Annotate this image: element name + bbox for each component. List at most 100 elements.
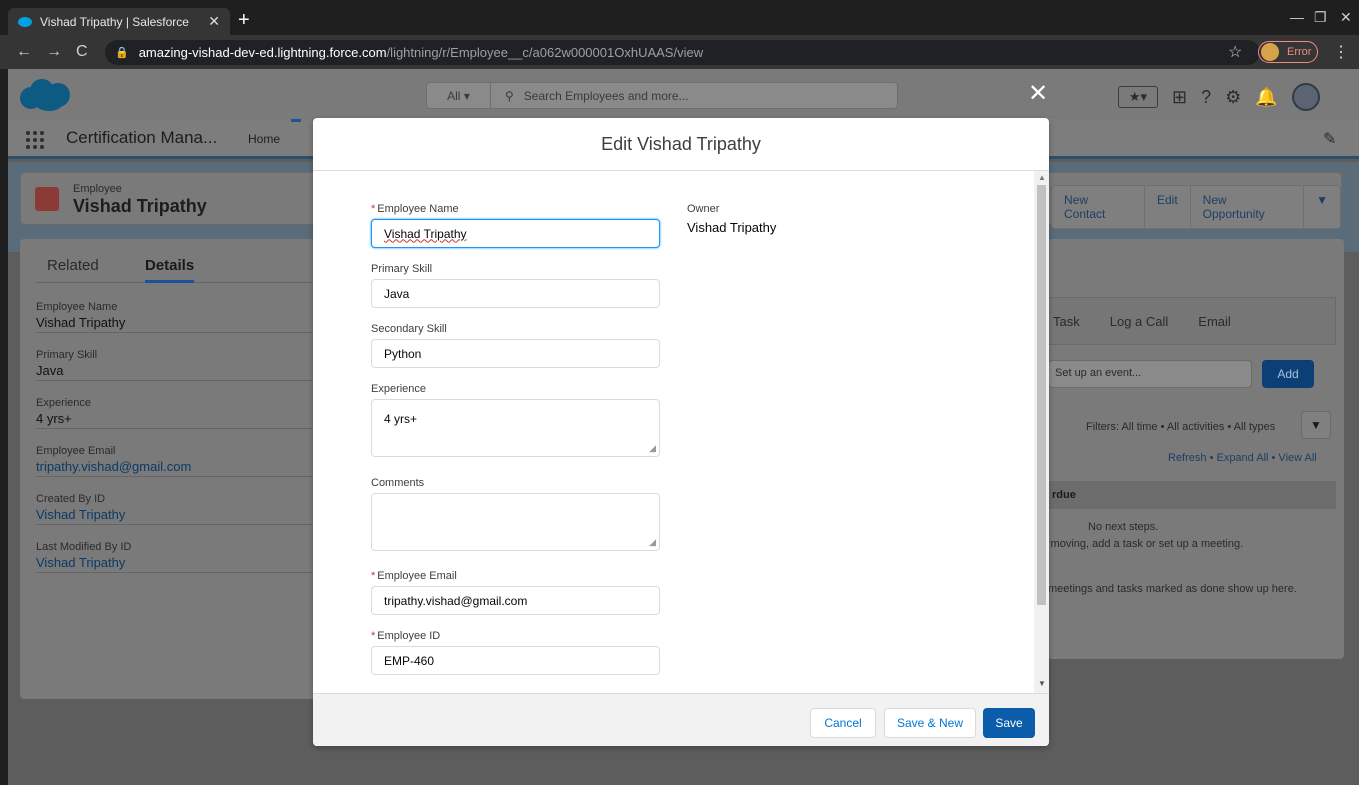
experience-textarea[interactable]: 4 yrs+ ◢: [371, 399, 660, 457]
moving-hint: s moving, add a task or set up a meeting…: [1042, 538, 1244, 550]
tab-details[interactable]: Details: [145, 257, 195, 283]
resize-handle-icon[interactable]: ◢: [649, 537, 656, 548]
tab-task[interactable]: Task: [1053, 314, 1080, 329]
detail-label: Primary Skill: [36, 349, 98, 361]
detail-field: Employee Email tripathy.vishad@gmail.com: [36, 445, 326, 477]
activity-links[interactable]: Refresh • Expand All • View All: [1168, 452, 1317, 464]
global-actions-icon[interactable]: ⊞: [1172, 87, 1187, 108]
global-header: All ▾ ⚲ Search Employees and more... ★▾ …: [8, 69, 1359, 119]
minimize-icon[interactable]: —: [1290, 9, 1304, 25]
primary-skill-input[interactable]: Java: [371, 279, 660, 308]
no-next-steps: No next steps.: [1088, 521, 1159, 533]
scrollbar-thumb[interactable]: [1037, 185, 1046, 605]
detail-user-link[interactable]: Vishad Tripathy: [36, 555, 326, 570]
save-button[interactable]: Save: [983, 708, 1035, 738]
notifications-bell-icon[interactable]: 🔔: [1255, 87, 1277, 108]
detail-field: Experience 4 yrs+: [36, 397, 326, 429]
tab-related[interactable]: Related: [47, 257, 99, 274]
header-utility-icons: ★▾ ⊞ ? ⚙ 🔔: [1118, 83, 1320, 111]
detail-field: Primary Skill Java: [36, 349, 326, 381]
help-icon[interactable]: ?: [1201, 87, 1211, 108]
secondary-skill-input[interactable]: Python: [371, 339, 660, 368]
nav-item-employees[interactable]: [291, 119, 301, 159]
setup-gear-icon[interactable]: ⚙: [1225, 87, 1241, 108]
profile-status: Error: [1287, 46, 1312, 58]
detail-value: 4 yrs+: [36, 411, 72, 426]
record-type: Employee: [73, 183, 122, 195]
browser-tab[interactable]: Vishad Tripathy | Salesforce ✕: [8, 8, 230, 35]
cancel-button[interactable]: Cancel: [810, 708, 876, 738]
browser-menu-icon[interactable]: ⋮: [1333, 42, 1349, 62]
activity-tabs: Task Log a Call Email: [1048, 297, 1336, 345]
modal-footer: Cancel Save & New Save: [313, 693, 1049, 746]
reload-icon[interactable]: C: [76, 43, 88, 61]
overdue-section[interactable]: rdue: [1048, 481, 1336, 509]
modal-scrollbar[interactable]: ▲ ▼: [1034, 171, 1049, 693]
employee-email-input[interactable]: tripathy.vishad@gmail.com: [371, 586, 660, 615]
nav-item-home[interactable]: Home: [248, 132, 280, 146]
resize-handle-icon[interactable]: ◢: [649, 443, 656, 454]
detail-email-link[interactable]: tripathy.vishad@gmail.com: [36, 459, 326, 474]
new-opportunity-button[interactable]: New Opportunity: [1191, 186, 1305, 228]
record-name: Vishad Tripathy: [73, 196, 207, 216]
favorites-icon[interactable]: ★▾: [1118, 86, 1158, 108]
add-event-button[interactable]: Add: [1262, 360, 1314, 388]
new-contact-button[interactable]: New Contact: [1052, 186, 1145, 228]
search-scope-dropdown[interactable]: All ▾: [427, 83, 491, 108]
scroll-down-icon[interactable]: ▼: [1038, 679, 1046, 688]
modal-close-icon[interactable]: ✕: [1028, 82, 1048, 106]
detail-value: Java: [36, 363, 64, 378]
filter-icon[interactable]: ▼: [1301, 411, 1331, 439]
address-bar[interactable]: 🔒 amazing-vishad-dev-ed.lightning.force.…: [105, 40, 1260, 65]
employee-name-input[interactable]: Vishad Tripathy: [371, 219, 660, 248]
url-path: /lightning/r/Employee__c/a062w000001OxhU…: [386, 45, 704, 60]
edit-record-modal: Edit Vishad Tripathy * Employee Name Vish…: [313, 118, 1049, 746]
detail-label: Experience: [36, 397, 92, 409]
scroll-up-icon[interactable]: ▲: [1038, 173, 1046, 182]
save-and-new-button[interactable]: Save & New: [884, 708, 976, 738]
lock-icon: 🔒: [115, 47, 129, 59]
tab-log-a-call[interactable]: Log a Call: [1110, 314, 1169, 329]
restore-icon[interactable]: ❐: [1314, 9, 1327, 26]
detail-field: Employee Name Vishad Tripathy: [36, 301, 326, 333]
employee-record-icon: [35, 187, 59, 211]
primary-skill-label: Primary Skill: [371, 263, 433, 275]
app-launcher-icon[interactable]: [26, 131, 44, 149]
activity-card: Task Log a Call Email Set up an event...…: [1042, 239, 1344, 659]
owner-value: Vishad Tripathy: [687, 220, 777, 235]
secondary-skill-label: Secondary Skill: [371, 323, 447, 335]
employee-id-input[interactable]: EMP-460: [371, 646, 660, 675]
owner-label: Owner: [687, 203, 720, 215]
comments-label: Comments: [371, 477, 425, 489]
forward-icon[interactable]: →: [46, 43, 62, 61]
employee-email-label: * Employee Email: [371, 570, 457, 582]
event-input[interactable]: Set up an event...: [1048, 360, 1252, 388]
tab-email[interactable]: Email: [1198, 314, 1231, 329]
search-placeholder: Search Employees and more...: [523, 88, 689, 103]
detail-user-link[interactable]: Vishad Tripathy: [36, 507, 326, 522]
back-icon[interactable]: ←: [16, 43, 32, 61]
new-tab-icon[interactable]: +: [238, 10, 250, 30]
bookmark-star-icon[interactable]: ☆: [1228, 42, 1242, 62]
more-actions-icon[interactable]: ▼: [1304, 186, 1340, 228]
app-name: Certification Mana...: [66, 128, 218, 147]
employee-id-label: * Employee ID: [371, 630, 441, 642]
edit-nav-pencil-icon[interactable]: ✎: [1323, 129, 1336, 149]
salesforce-logo-icon[interactable]: [18, 77, 74, 111]
search-icon: ⚲: [505, 88, 514, 103]
details-card: Related Details Employee Name Vishad Tri…: [20, 239, 326, 699]
profile-button[interactable]: Error: [1258, 41, 1318, 63]
comments-textarea[interactable]: ◢: [371, 493, 660, 551]
record-actions: New Contact Edit New Opportunity ▼: [1051, 185, 1341, 229]
detail-label: Created By ID: [36, 493, 106, 505]
detail-label: Last Modified By ID: [36, 541, 132, 553]
past-activity-hint: meetings and tasks marked as done show u…: [1048, 583, 1297, 595]
browser-tabstrip: Vishad Tripathy | Salesforce ✕ + — ❐ ✕: [0, 0, 1359, 35]
edit-button[interactable]: Edit: [1145, 186, 1191, 228]
detail-field: Last Modified By ID Vishad Tripathy: [36, 541, 326, 573]
global-search[interactable]: All ▾ ⚲ Search Employees and more...: [426, 82, 898, 109]
user-avatar[interactable]: [1291, 83, 1320, 111]
close-window-icon[interactable]: ✕: [1340, 9, 1352, 26]
close-tab-icon[interactable]: ✕: [208, 13, 220, 30]
experience-label: Experience: [371, 383, 427, 395]
